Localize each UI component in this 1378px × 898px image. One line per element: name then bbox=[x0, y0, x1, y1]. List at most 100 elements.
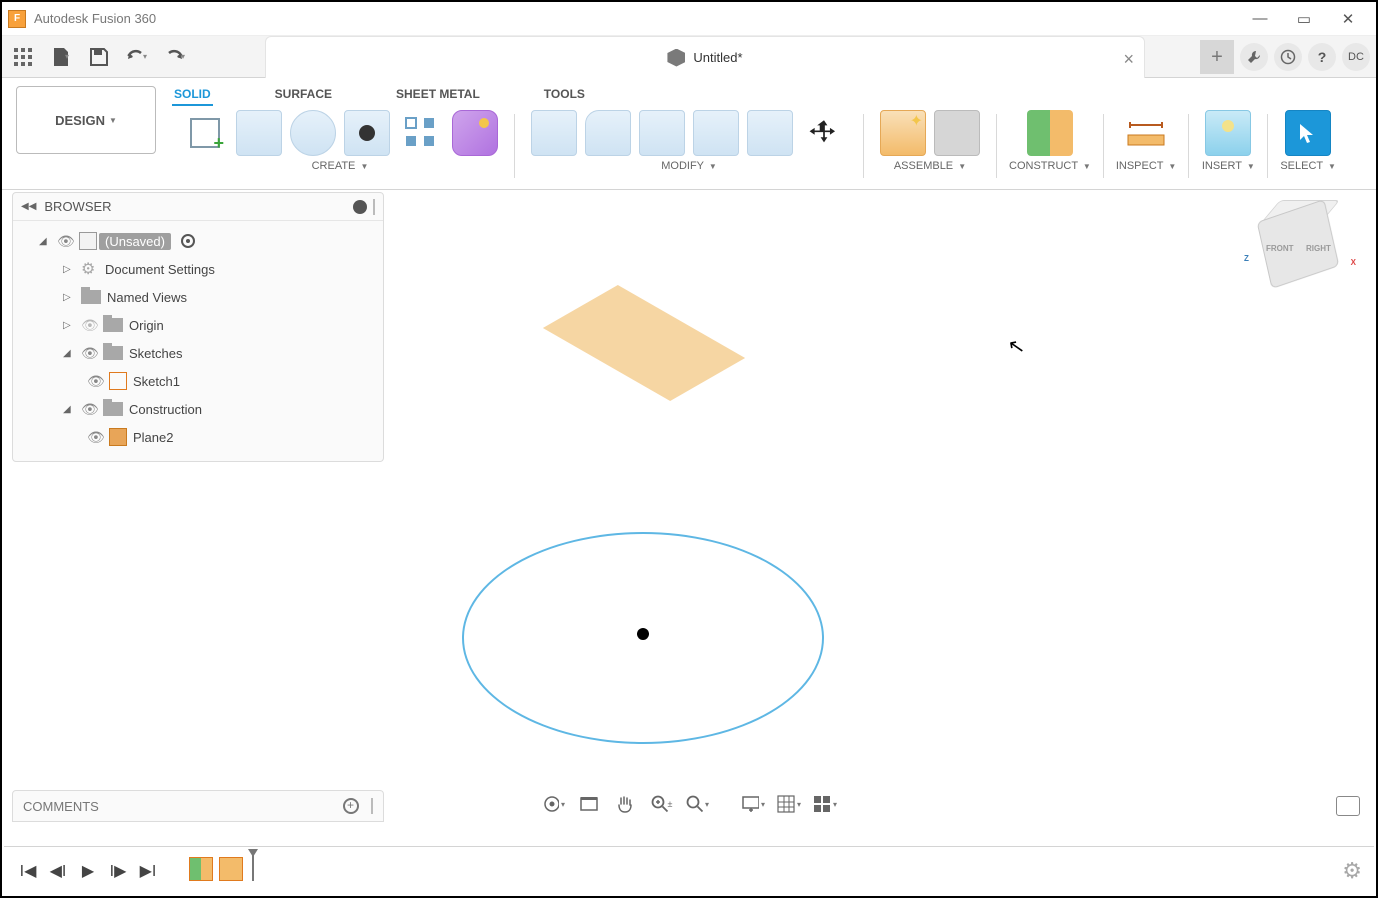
tab-close-button[interactable]: × bbox=[1123, 49, 1134, 70]
help-button[interactable]: ? bbox=[1308, 43, 1336, 71]
browser-header[interactable]: ◀◀ BROWSER bbox=[13, 193, 383, 221]
joint-button[interactable] bbox=[934, 110, 980, 156]
tree-plane2[interactable]: 👁 Plane2 bbox=[19, 423, 377, 451]
ribbon-groups: CREATE ▼ MODIFY ▼ ✦ bbox=[172, 108, 1342, 188]
visibility-icon[interactable]: 👁 bbox=[87, 373, 107, 390]
visibility-icon[interactable]: 👁 bbox=[57, 233, 77, 250]
visibility-icon[interactable]: 👁 bbox=[81, 345, 101, 362]
comments-panel[interactable]: COMMENTS bbox=[12, 790, 384, 822]
add-comment-button[interactable] bbox=[343, 798, 359, 814]
tab-sheet-metal[interactable]: SHEET METAL bbox=[394, 84, 482, 106]
tab-solid[interactable]: SOLID bbox=[172, 84, 213, 106]
timeline-settings-button[interactable]: ⚙ bbox=[1342, 858, 1362, 884]
new-tab-button[interactable]: + bbox=[1200, 40, 1234, 74]
visibility-off-icon[interactable]: 👁 bbox=[81, 317, 101, 334]
grid-settings-button[interactable]: ▾ bbox=[777, 792, 801, 816]
tree-construction[interactable]: ◢ 👁 Construction bbox=[19, 395, 377, 423]
measure-button[interactable] bbox=[1123, 110, 1169, 156]
expand-icon[interactable]: ◢ bbox=[63, 404, 77, 415]
expand-icon[interactable]: ◢ bbox=[39, 236, 53, 247]
activate-radio[interactable] bbox=[181, 234, 195, 248]
display-settings-button[interactable]: ▾ bbox=[741, 792, 765, 816]
tree-sketches[interactable]: ◢ 👁 Sketches bbox=[19, 339, 377, 367]
timeline-play-button[interactable]: ▶ bbox=[76, 859, 100, 883]
timeline-forward-button[interactable]: I▶ bbox=[106, 859, 130, 883]
fillet-button[interactable] bbox=[585, 110, 631, 156]
insert-button[interactable] bbox=[1205, 110, 1251, 156]
group-insert-label[interactable]: INSERT bbox=[1202, 160, 1242, 172]
create-form-button[interactable] bbox=[452, 110, 498, 156]
offset-button[interactable] bbox=[747, 110, 793, 156]
tab-tools[interactable]: TOOLS bbox=[542, 84, 587, 106]
close-button[interactable]: ✕ bbox=[1326, 5, 1370, 33]
visibility-icon[interactable]: 👁 bbox=[87, 429, 107, 446]
file-menu-button[interactable]: ▾ bbox=[44, 40, 78, 74]
look-at-button[interactable] bbox=[577, 792, 601, 816]
pattern-button[interactable] bbox=[398, 110, 444, 156]
timeline-back-button[interactable]: ◀I bbox=[46, 859, 70, 883]
timeline-feature-sketch[interactable] bbox=[186, 857, 216, 884]
redo-button[interactable]: ▾ bbox=[158, 40, 192, 74]
visibility-icon[interactable]: 👁 bbox=[81, 401, 101, 418]
data-panel-button[interactable] bbox=[6, 40, 40, 74]
revolve-button[interactable] bbox=[290, 110, 336, 156]
select-button[interactable] bbox=[1285, 110, 1331, 156]
fit-button[interactable]: ▾ bbox=[685, 792, 709, 816]
group-select-label[interactable]: SELECT bbox=[1280, 160, 1323, 172]
expand-icon[interactable]: ◢ bbox=[63, 348, 77, 359]
timeline-start-button[interactable]: I◀ bbox=[16, 859, 40, 883]
undo-button[interactable]: ▾ bbox=[120, 40, 154, 74]
zoom-button[interactable]: ± bbox=[649, 792, 673, 816]
separator bbox=[1188, 114, 1189, 178]
pan-button[interactable] bbox=[613, 792, 637, 816]
timeline-end-button[interactable]: ▶I bbox=[136, 859, 160, 883]
minimize-button[interactable]: — bbox=[1238, 5, 1282, 33]
extrude-button[interactable] bbox=[236, 110, 282, 156]
extensions-button[interactable] bbox=[1274, 43, 1302, 71]
construct-plane-button[interactable] bbox=[1027, 110, 1073, 156]
tree-doc-settings[interactable]: ▷ ⚙ Document Settings bbox=[19, 255, 377, 283]
user-avatar[interactable]: DC bbox=[1342, 43, 1370, 71]
collapse-icon[interactable]: ◀◀ bbox=[21, 201, 36, 212]
tree-named-views[interactable]: ▷ Named Views bbox=[19, 283, 377, 311]
document-tab[interactable]: Untitled* × bbox=[265, 36, 1145, 78]
canvas-area[interactable]: ◀◀ BROWSER ◢ 👁 (Unsaved) ▷ ⚙ Document Se… bbox=[4, 192, 1374, 820]
view-cube[interactable]: FRONT RIGHT Z X bbox=[1252, 198, 1348, 294]
group-create-label[interactable]: CREATE bbox=[312, 160, 356, 172]
tree-origin[interactable]: ▷ 👁 Origin bbox=[19, 311, 377, 339]
timeline-marker[interactable] bbox=[246, 855, 256, 887]
group-insert: INSERT ▼ bbox=[1195, 108, 1261, 172]
viewport-button[interactable]: ▾ bbox=[813, 792, 837, 816]
shell-button[interactable] bbox=[639, 110, 685, 156]
construction-plane[interactable] bbox=[543, 285, 745, 401]
press-pull-button[interactable] bbox=[531, 110, 577, 156]
expand-icon[interactable]: ▷ bbox=[63, 320, 77, 331]
combine-button[interactable] bbox=[693, 110, 739, 156]
tree-root[interactable]: ◢ 👁 (Unsaved) bbox=[19, 227, 377, 255]
group-assemble-label[interactable]: ASSEMBLE bbox=[894, 160, 953, 172]
group-construct-label[interactable]: CONSTRUCT bbox=[1009, 160, 1078, 172]
separator bbox=[863, 114, 864, 178]
browser-pin-icon[interactable] bbox=[353, 200, 367, 214]
hole-button[interactable] bbox=[344, 110, 390, 156]
group-inspect-label[interactable]: INSPECT bbox=[1116, 160, 1163, 172]
job-status-button[interactable] bbox=[1240, 43, 1268, 71]
save-button[interactable] bbox=[82, 40, 116, 74]
tree-sketch1[interactable]: 👁 Sketch1 bbox=[19, 367, 377, 395]
navigation-bar: ▾ ± ▾ ▾ ▾ ▾ bbox=[541, 792, 837, 816]
expand-icon[interactable]: ▷ bbox=[63, 292, 77, 303]
move-button[interactable] bbox=[801, 110, 847, 156]
messages-button[interactable] bbox=[1336, 796, 1360, 816]
sketch-center-point[interactable] bbox=[637, 628, 649, 640]
timeline-feature-plane[interactable] bbox=[216, 857, 246, 884]
orbit-icon bbox=[541, 793, 559, 815]
create-sketch-button[interactable] bbox=[182, 110, 228, 156]
tab-surface[interactable]: SURFACE bbox=[273, 84, 334, 106]
orbit-button[interactable]: ▾ bbox=[541, 792, 565, 816]
group-modify-label[interactable]: MODIFY bbox=[661, 160, 704, 172]
maximize-button[interactable]: ▭ bbox=[1282, 5, 1326, 33]
divider-icon bbox=[371, 798, 373, 814]
new-component-button[interactable]: ✦ bbox=[880, 110, 926, 156]
expand-icon[interactable]: ▷ bbox=[63, 264, 77, 275]
workspace-picker[interactable]: DESIGN▼ bbox=[16, 86, 156, 154]
